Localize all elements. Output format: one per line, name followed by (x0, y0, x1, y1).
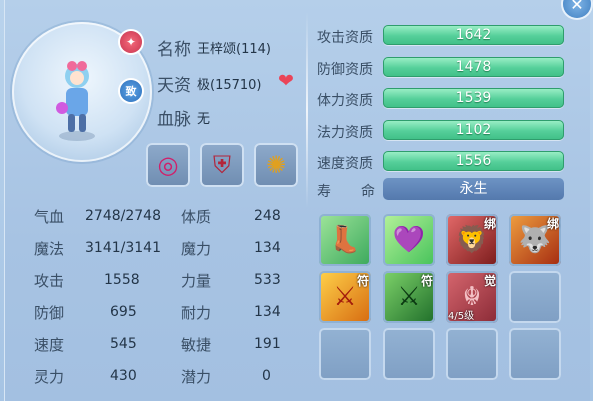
stat-value-spirit: 430 (110, 368, 137, 384)
stat-label-strength: 力量 (181, 272, 212, 290)
skill-3-tag: 绑 (483, 217, 496, 231)
life-label-a: 寿 (317, 184, 331, 200)
stat-label-mp: 魔法 (34, 240, 65, 258)
stat-value-attack: 1558 (104, 272, 140, 288)
stat-value-potential: 0 (262, 368, 271, 384)
stat-value-strength: 533 (254, 272, 281, 288)
skill-slot-11-empty[interactable] (446, 328, 498, 380)
dragon-ring-icon: ◎ (157, 151, 179, 179)
pet-type-badge-icon[interactable]: ✦ (120, 31, 142, 53)
skill-slot-9-empty[interactable] (319, 328, 371, 380)
attr-label-defense: 防御资质 (317, 62, 373, 78)
attr-bar-defense: 1478 (383, 57, 564, 77)
skill-7-tag: 觉 (483, 274, 496, 288)
skill-slot-10-empty[interactable] (383, 328, 435, 380)
skill-4-tag: 绑 (546, 217, 559, 231)
equip-slot-3[interactable]: ✺ (254, 143, 298, 187)
skill-slot-1[interactable]: 👢 (319, 214, 371, 266)
stat-label-magic-power: 魔力 (181, 240, 212, 258)
life-label-b: 命 (361, 184, 375, 200)
attr-label-stamina: 体力资质 (317, 93, 373, 109)
attr-label-attack: 攻击资质 (317, 30, 373, 46)
stat-label-hp: 气血 (34, 208, 65, 226)
skill-slot-2[interactable]: 💜 (383, 214, 435, 266)
zhi-badge[interactable]: 致 (120, 80, 142, 102)
name-label: 名称 (157, 40, 191, 60)
equip-slot-1[interactable]: ◎ (146, 143, 190, 187)
skill-slot-8-empty[interactable] (509, 271, 561, 323)
bloodline-value: 无 (197, 112, 211, 127)
stat-value-hp: 2748/2748 (85, 208, 161, 224)
skill-slot-6[interactable]: ⚔ 符 (383, 271, 435, 323)
stat-label-defense: 防御 (34, 304, 65, 322)
equip-slot-2[interactable]: ⛨ (200, 143, 244, 187)
stat-value-constitution: 248 (254, 208, 281, 224)
skill-5-tag: 符 (356, 274, 369, 288)
skill-6-tag: 符 (420, 274, 433, 288)
heart-shield-skill-icon: 💜 (392, 225, 426, 255)
stat-label-endurance: 耐力 (181, 304, 212, 322)
skill-7-level: 4/5级 (448, 311, 475, 322)
skill-slot-3[interactable]: 🦁 绑 (446, 214, 498, 266)
attr-label-speed: 速度资质 (317, 156, 373, 172)
close-icon: ✕ (570, 0, 584, 14)
stat-value-endurance: 134 (254, 304, 281, 320)
aptitude-label: 天资 (157, 76, 191, 96)
stat-label-attack: 攻击 (34, 272, 65, 290)
stat-label-constitution: 体质 (181, 208, 212, 226)
stat-label-agility: 敏捷 (181, 336, 212, 354)
stat-label-potential: 潜力 (181, 368, 212, 386)
skill-slot-7[interactable]: ☬ 觉 4/5级 (446, 271, 498, 323)
stat-value-magic-power: 134 (254, 240, 281, 256)
stat-value-mp: 3141/3141 (85, 240, 161, 256)
stat-label-spirit: 灵力 (34, 368, 65, 386)
boot-skill-icon: 👢 (328, 225, 362, 255)
stat-value-agility: 191 (254, 336, 281, 352)
attr-bar-attack: 1642 (383, 25, 564, 45)
stat-value-speed: 545 (110, 336, 137, 352)
stat-value-defense: 695 (110, 304, 137, 320)
attr-bar-magic: 1102 (383, 120, 564, 140)
pet-figure-icon (56, 61, 95, 141)
heart-icon[interactable]: ❤ (278, 70, 294, 92)
skill-slot-4[interactable]: 🐺 绑 (509, 214, 561, 266)
life-value: 永生 (383, 178, 564, 200)
pet-name: 王梓颂(114) (197, 42, 271, 57)
attr-label-magic: 法力资质 (317, 125, 373, 141)
stat-label-speed: 速度 (34, 336, 65, 354)
attr-bar-stamina: 1539 (383, 88, 564, 108)
bloodline-label: 血脉 (157, 110, 191, 130)
necklace-icon: ✺ (265, 151, 287, 179)
armor-icon: ⛨ (213, 151, 231, 179)
aptitude-value: 极(15710) (197, 78, 262, 93)
attr-bar-speed: 1556 (383, 151, 564, 171)
skill-slot-12-empty[interactable] (509, 328, 561, 380)
panel-divider (306, 12, 308, 208)
skill-slot-5[interactable]: ⚔ 符 (319, 271, 371, 323)
